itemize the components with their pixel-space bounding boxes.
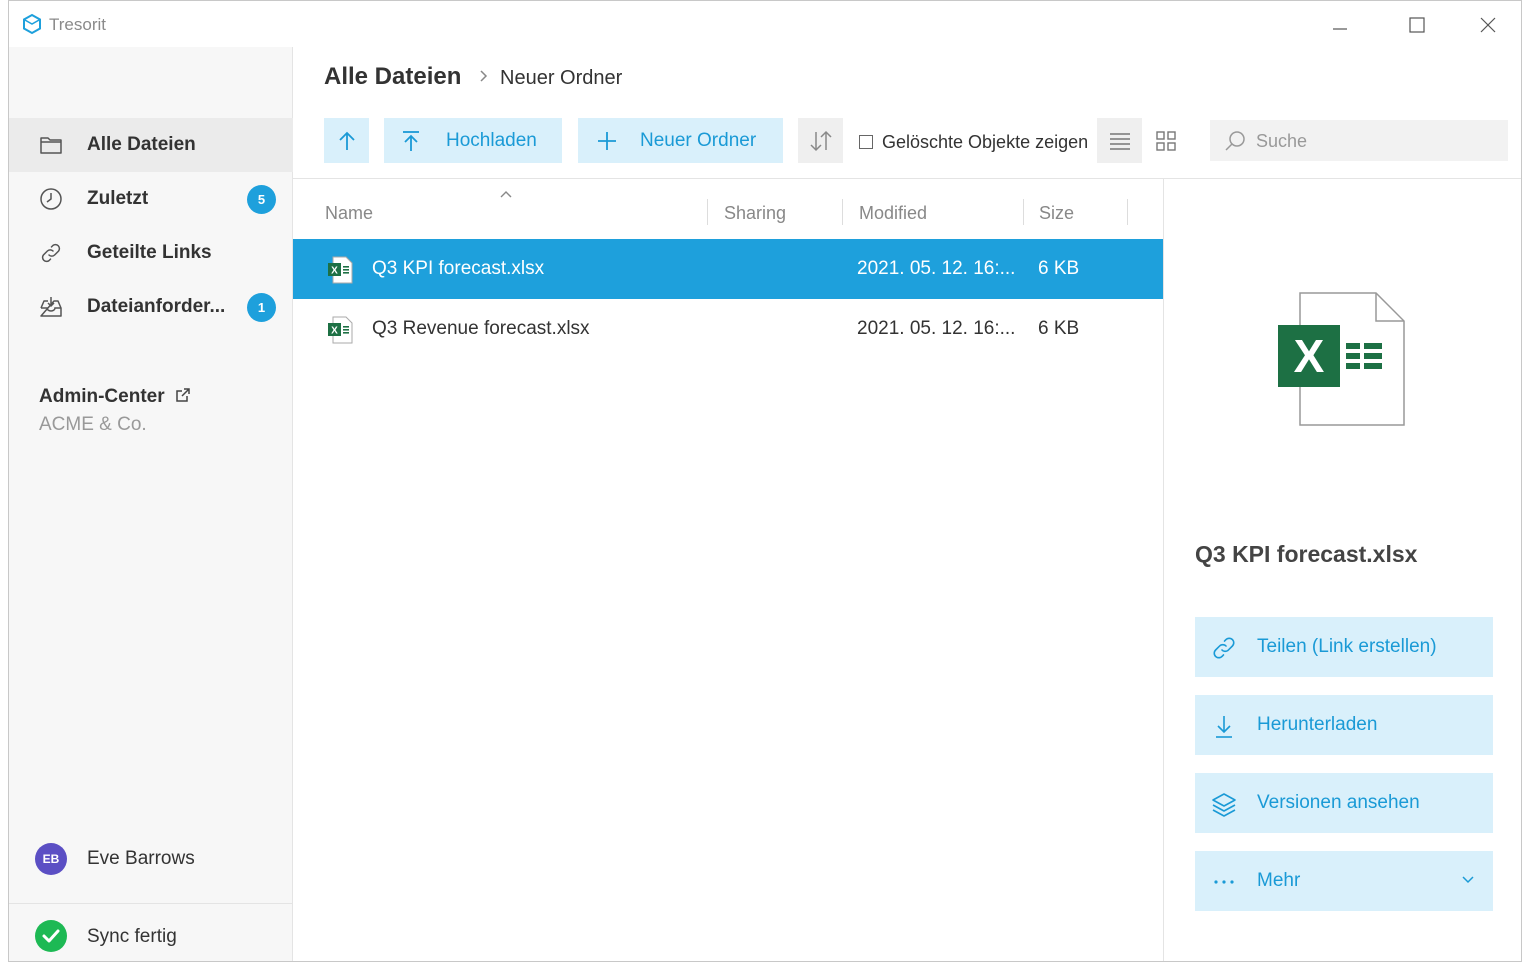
check-circle-icon xyxy=(35,920,67,952)
arrow-up-icon xyxy=(338,131,355,150)
user-name: Eve Barrows xyxy=(87,848,195,869)
column-header-sharing[interactable]: Sharing xyxy=(724,203,786,224)
more-label: Mehr xyxy=(1257,870,1301,891)
excel-file-icon: X xyxy=(328,316,353,344)
column-separator[interactable] xyxy=(1023,199,1024,225)
clock-icon xyxy=(40,188,62,210)
new-folder-button[interactable]: Neuer Ordner xyxy=(578,118,783,163)
external-link-icon xyxy=(176,388,190,402)
minimize-icon xyxy=(1333,28,1347,30)
sidebar-item-label: Alle Dateien xyxy=(87,134,196,155)
view-versions-button[interactable]: Versionen ansehen xyxy=(1195,773,1493,833)
search-box[interactable] xyxy=(1210,120,1508,161)
ellipsis-icon xyxy=(1214,880,1234,884)
count-badge: 5 xyxy=(247,184,276,214)
sort-button[interactable] xyxy=(798,118,843,163)
avatar: EB xyxy=(35,843,67,875)
sort-ascending-icon xyxy=(500,191,512,198)
file-row[interactable]: X Q3 Revenue forecast.xlsx 2021. 05. 12.… xyxy=(293,299,1163,359)
svg-text:X: X xyxy=(331,326,338,337)
column-header-name[interactable]: Name xyxy=(325,203,373,224)
minimize-button[interactable] xyxy=(1320,11,1360,39)
layers-icon xyxy=(1212,793,1236,817)
view-versions-label: Versionen ansehen xyxy=(1257,792,1420,813)
share-link-label: Teilen (Link erstellen) xyxy=(1257,636,1437,657)
admin-center-link[interactable]: Admin-Center xyxy=(39,386,165,408)
breadcrumb-root[interactable]: Alle Dateien xyxy=(324,63,461,91)
file-name: Q3 KPI forecast.xlsx xyxy=(372,258,545,279)
sidebar-item-alle-dateien[interactable]: Alle Dateien xyxy=(9,118,293,172)
file-modified: 2021. 05. 12. 16:... xyxy=(857,258,1016,279)
chevron-right-icon xyxy=(480,70,488,82)
new-folder-label: Neuer Ordner xyxy=(640,129,757,151)
excel-file-preview-icon: X xyxy=(1278,292,1405,426)
app-window: Tresorit Alle Dateien Zuletzt 5 Geteilte… xyxy=(8,0,1522,962)
breadcrumb-current: Neuer Ordner xyxy=(500,67,623,89)
file-name: Q3 Revenue forecast.xlsx xyxy=(372,318,590,339)
sidebar-item-dateianforderungen[interactable]: Dateianforder... 1 xyxy=(9,280,293,334)
sidebar-item-label: Geteilte Links xyxy=(87,242,212,263)
maximize-icon xyxy=(1409,17,1425,33)
link-icon xyxy=(41,243,61,263)
link-icon xyxy=(1213,637,1235,659)
show-deleted-label[interactable]: Gelöschte Objekte zeigen xyxy=(882,132,1088,153)
maximize-button[interactable] xyxy=(1397,11,1437,39)
download-button[interactable]: Herunterladen xyxy=(1195,695,1493,755)
chevron-down-icon xyxy=(1462,876,1474,884)
file-modified: 2021. 05. 12. 16:... xyxy=(857,318,1016,339)
title-bar: Tresorit xyxy=(9,1,1521,47)
close-button[interactable] xyxy=(1468,11,1508,39)
sidebar-item-zuletzt[interactable]: Zuletzt 5 xyxy=(9,172,293,226)
svg-text:X: X xyxy=(331,266,338,277)
app-title: Tresorit xyxy=(49,15,106,34)
file-size: 6 KB xyxy=(1038,258,1080,279)
details-panel: X Q3 KPI forecast.xlsx Teilen (Link erst… xyxy=(1163,179,1521,961)
go-up-button[interactable] xyxy=(324,118,369,163)
upload-label: Hochladen xyxy=(446,129,537,151)
download-icon xyxy=(1216,716,1232,738)
column-separator[interactable] xyxy=(1127,199,1128,225)
share-link-button[interactable]: Teilen (Link erstellen) xyxy=(1195,617,1493,677)
list-view-button[interactable] xyxy=(1097,118,1142,163)
file-list: Name Sharing Modified Size X Q3 KPI fore… xyxy=(293,179,1163,961)
file-row[interactable]: X Q3 KPI forecast.xlsx 2021. 05. 12. 16:… xyxy=(293,239,1163,299)
tresorit-logo-icon xyxy=(23,13,41,35)
main-area: Alle Dateien Neuer Ordner Hochladen Neue… xyxy=(293,47,1521,961)
svg-text:X: X xyxy=(1294,330,1325,382)
count-badge: 1 xyxy=(247,292,276,322)
sidebar: Alle Dateien Zuletzt 5 Geteilte Links Da… xyxy=(9,47,293,961)
sidebar-item-label: Dateianforder... xyxy=(87,296,226,317)
grid-view-icon xyxy=(1155,130,1176,151)
sync-status: Sync fertig xyxy=(9,903,293,961)
inbox-icon xyxy=(40,297,62,317)
upload-icon xyxy=(403,130,419,151)
column-header-modified[interactable]: Modified xyxy=(859,203,927,224)
user-account[interactable]: EB Eve Barrows xyxy=(9,833,293,883)
close-icon xyxy=(1480,17,1496,33)
sidebar-item-geteilte-links[interactable]: Geteilte Links xyxy=(9,226,293,280)
file-size: 6 KB xyxy=(1038,318,1080,339)
list-view-icon xyxy=(1109,132,1130,150)
sync-status-label: Sync fertig xyxy=(87,926,177,947)
search-input[interactable] xyxy=(1254,126,1498,156)
grid-view-button[interactable] xyxy=(1143,118,1188,163)
upload-button[interactable]: Hochladen xyxy=(384,118,562,163)
excel-file-icon: X xyxy=(328,256,353,284)
more-button[interactable]: Mehr xyxy=(1195,851,1493,911)
organization-name: ACME & Co. xyxy=(39,414,147,435)
details-file-name: Q3 KPI forecast.xlsx xyxy=(1195,541,1418,567)
show-deleted-checkbox[interactable] xyxy=(859,135,873,149)
download-label: Herunterladen xyxy=(1257,714,1378,735)
search-icon xyxy=(1225,131,1245,151)
folder-icon xyxy=(40,137,62,154)
sidebar-item-label: Zuletzt xyxy=(87,188,149,209)
plus-icon xyxy=(598,131,616,150)
column-separator[interactable] xyxy=(842,199,843,225)
column-header-size[interactable]: Size xyxy=(1039,203,1074,224)
sort-icon xyxy=(809,130,832,151)
column-separator[interactable] xyxy=(707,199,708,225)
